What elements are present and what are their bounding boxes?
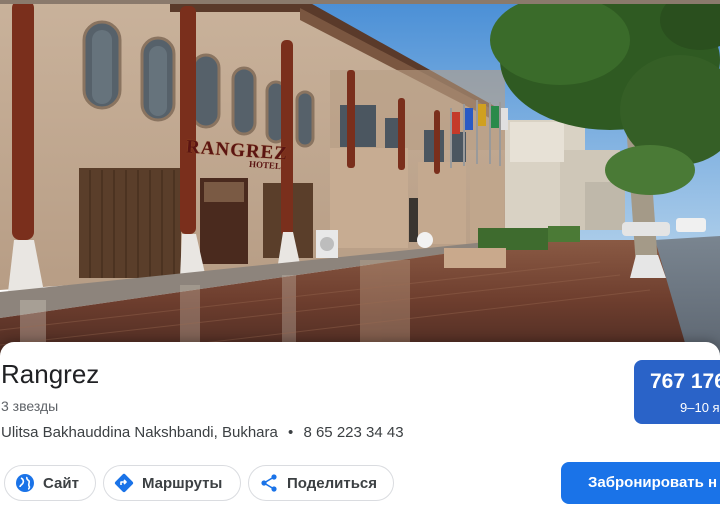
hotel-photo[interactable]: RANGREZ HOTEL xyxy=(0,0,720,360)
hotel-phone[interactable]: 8 65 223 34 43 xyxy=(303,424,403,441)
price-badge[interactable]: 767 176 9–10 я xyxy=(634,360,720,424)
hotel-name: Rangrez xyxy=(1,359,100,389)
share-label: Поделиться xyxy=(287,474,378,492)
directions-icon xyxy=(114,473,134,493)
hotel-address: Ulitsa Bakhauddina Nakshbandi, Bukhara xyxy=(1,424,278,441)
price-value: 767 176 xyxy=(650,370,720,393)
share-icon xyxy=(261,474,277,492)
directions-label: Маршруты xyxy=(142,474,223,492)
hotel-star-rating: 3 звезды xyxy=(1,398,59,414)
photo-top-strip xyxy=(0,0,720,4)
book-button[interactable]: Забронировать н xyxy=(561,462,720,504)
hotel-address-line: Ulitsa Bakhauddina Nakshbandi, Bukhara •… xyxy=(1,424,404,441)
globe-icon xyxy=(16,474,34,492)
hotel-photo-image xyxy=(0,0,720,360)
share-button[interactable]: Поделиться xyxy=(248,465,394,501)
directions-button[interactable]: Маршруты xyxy=(103,465,241,501)
website-label: Сайт xyxy=(43,474,79,492)
address-separator: • xyxy=(288,424,294,441)
place-info-card: Rangrez 3 звезды Ulitsa Bakhauddina Naks… xyxy=(0,342,720,520)
price-dates: 9–10 я xyxy=(680,400,720,415)
hotel-sign-sub: HOTEL xyxy=(248,158,282,172)
website-button[interactable]: Сайт xyxy=(4,465,96,501)
